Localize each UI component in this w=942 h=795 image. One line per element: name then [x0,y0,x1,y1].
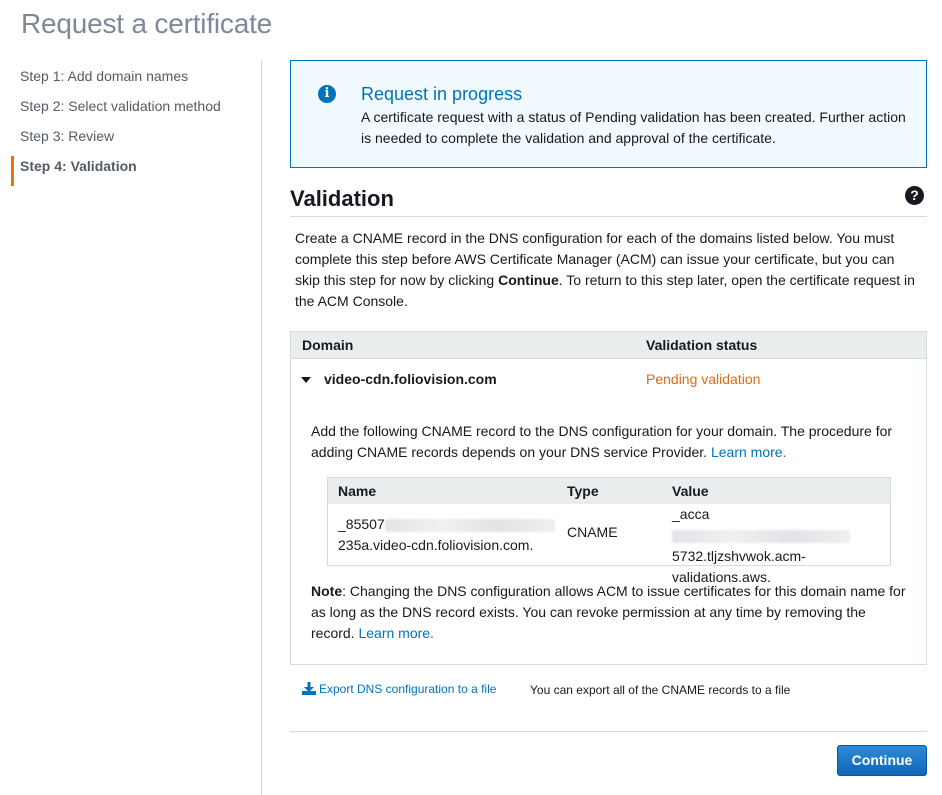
info-icon: i [318,85,336,103]
footer-divider [290,731,927,732]
cname-instructions: Add the following CNAME record to the DN… [311,421,911,463]
sidebar-divider [261,60,262,795]
domain-name: video-cdn.foliovision.com [324,371,497,387]
cname-header: Name Type Value [328,478,890,504]
continue-button[interactable]: Continue [837,745,927,776]
step-validation[interactable]: Step 4: Validation [11,156,251,186]
validation-status: Pending validation [646,371,761,387]
column-header-validation-status: Validation status [646,337,758,353]
cname-instructions-text: Add the following CNAME record to the DN… [311,423,893,460]
cname-name-suffix: 235a.video-cdn.foliovision.com. [338,537,534,553]
description-continue-bold: Continue [498,272,559,288]
export-note: You can export all of the CNAME records … [530,683,791,697]
export-dns-label: Export DNS configuration to a file [319,682,497,696]
page-title: Request a certificate [21,8,273,39]
cname-value-suffix: 5732.tljzshvwok.acm-validations.aws. [672,548,806,585]
validation-description: Create a CNAME record in the DNS configu… [295,228,920,312]
step-review[interactable]: Step 3: Review [11,126,251,156]
info-text: A certificate request with a status of P… [361,109,906,146]
export-dns-link[interactable]: Export DNS configuration to a file [302,682,496,696]
cname-type: CNAME [567,524,618,540]
cname-name: _85507 235a.video-cdn.foliovision.com. [338,514,563,556]
step-select-validation-method[interactable]: Step 2: Select validation method [11,96,251,126]
download-icon [302,682,316,695]
domain-table: Domain Validation status video-cdn.folio… [290,331,927,665]
redacted-text [672,529,850,543]
question-circle-icon[interactable]: ? [905,186,924,205]
column-header-type: Type [567,483,599,499]
column-header-value: Value [672,483,709,499]
section-title: Validation [290,186,394,211]
column-header-domain: Domain [302,337,354,353]
learn-more-link[interactable]: Learn more. [711,444,786,460]
wizard-steps: Step 1: Add domain names Step 2: Select … [11,66,251,186]
step-add-domain-names[interactable]: Step 1: Add domain names [11,66,251,96]
caret-down-icon[interactable] [301,377,311,383]
cname-value: _acca 5732.tljzshvwok.acm-validations.aw… [672,504,887,588]
dns-note: Note: Changing the DNS configuration all… [311,581,911,644]
column-header-name: Name [338,483,377,499]
redacted-text [384,518,555,532]
note-label: Note [311,583,343,599]
cname-name-prefix: _85507 [338,516,385,532]
cname-record-table: Name Type Value _85507 235a.video-cdn.fo… [327,477,891,585]
section-divider [290,216,927,217]
info-title: Request in progress [361,84,523,104]
note-learn-more-link[interactable]: Learn more. [358,625,433,641]
table-header: Domain Validation status [291,332,926,359]
info-alert: i Request in progress A certificate requ… [290,60,927,168]
cname-value-prefix: _acca [672,506,710,522]
